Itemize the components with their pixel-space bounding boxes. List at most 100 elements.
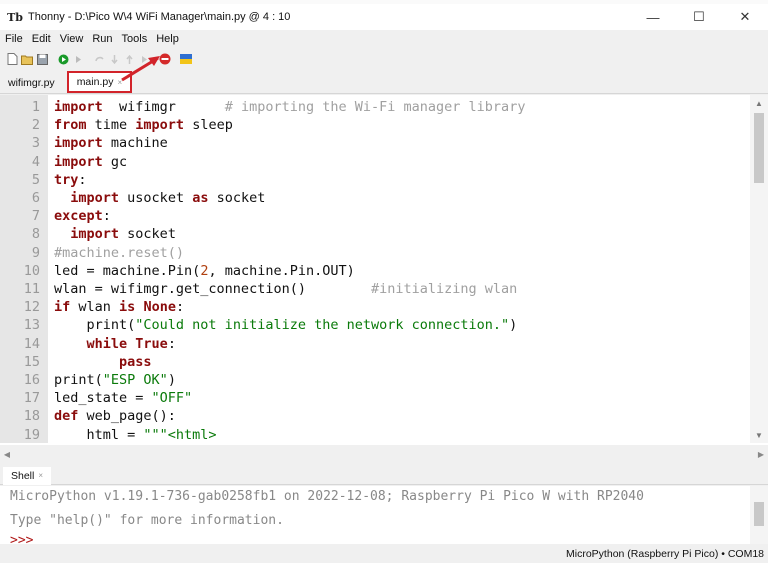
code-text: led = machine.Pin(2, machine.Pin.OUT) <box>54 262 355 280</box>
code-line: 19 html = """<html> <box>0 426 740 444</box>
code-token: import <box>135 117 185 134</box>
code-token: : <box>175 299 185 316</box>
code-token: except <box>54 208 103 225</box>
line-number: 14 <box>23 335 40 352</box>
debug-icon[interactable] <box>72 53 84 65</box>
scrollbar-thumb[interactable] <box>754 502 764 526</box>
code-line: 3 import machine <box>0 134 740 152</box>
minimize-button[interactable]: — <box>630 4 676 30</box>
code-token: from <box>54 117 87 134</box>
save-icon[interactable] <box>36 53 48 65</box>
menu-file[interactable]: File <box>0 33 27 45</box>
title-bar: Tb Thonny - D:\Pico W\4 WiFi Manager\mai… <box>0 4 768 30</box>
code-line: 16 print("ESP OK") <box>0 371 740 389</box>
line-number: 19 <box>23 426 40 443</box>
interpreter-status[interactable]: MicroPython (Raspberry Pi Pico) • COM18 <box>566 548 764 560</box>
code-text: try: <box>54 171 87 189</box>
code-line: 2 from time import sleep <box>0 116 740 134</box>
line-number: 17 <box>23 390 40 407</box>
code-token: machine <box>102 135 168 152</box>
tab-wifimgr[interactable]: wifimgr.py <box>0 73 63 93</box>
shell-scrollbar[interactable] <box>750 486 768 544</box>
code-token: # importing the Wi-Fi manager library <box>224 99 526 115</box>
tab-main[interactable]: main.py × <box>66 71 133 93</box>
line-number: 1 <box>31 99 40 115</box>
maximize-button[interactable]: ☐ <box>676 4 722 30</box>
menu-help[interactable]: Help <box>151 33 183 45</box>
tab-shell[interactable]: Shell × <box>3 466 52 485</box>
code-token: True <box>135 335 168 352</box>
tab-close-icon[interactable]: × <box>38 471 43 480</box>
scroll-left-icon[interactable]: ◀ <box>0 448 14 460</box>
code-token: pass <box>119 353 152 370</box>
code-token: socket <box>208 190 266 206</box>
code-line: 8 import socket <box>0 225 740 243</box>
line-number: 4 <box>31 153 40 170</box>
line-number: 6 <box>31 190 40 206</box>
code-text: import wifimgr # importing the Wi-Fi man… <box>54 98 525 116</box>
line-number: 8 <box>31 226 40 243</box>
menu-edit[interactable]: Edit <box>27 33 55 45</box>
code-text: #machine.reset() <box>54 244 184 262</box>
code-token: #initializing wlan <box>371 281 518 297</box>
scroll-down-icon[interactable]: ▼ <box>750 427 768 443</box>
code-text: import machine <box>54 134 168 152</box>
code-token: wlan = wifimgr.get_connection() <box>54 281 306 297</box>
close-button[interactable]: ✕ <box>722 4 768 30</box>
step-over-icon[interactable] <box>93 53 105 65</box>
tab-label: Shell <box>11 469 35 482</box>
scrollbar-thumb[interactable] <box>754 113 764 183</box>
code-token: if <box>54 299 71 316</box>
line-number: 18 <box>23 408 40 425</box>
line-number: 15 <box>23 353 40 370</box>
run-icon[interactable] <box>57 53 69 65</box>
code-line: 17 led_state = "OFF" <box>0 389 740 407</box>
code-token: import <box>54 135 103 152</box>
step-into-icon[interactable] <box>108 53 120 65</box>
code-text: import usocket as socket <box>54 189 265 207</box>
code-token: : <box>78 171 87 188</box>
open-file-icon[interactable] <box>21 53 33 65</box>
editor-vertical-scrollbar[interactable]: ▲ ▼ <box>750 95 768 443</box>
editor-horizontal-scrollbar[interactable]: ◀ ▶ <box>0 448 768 460</box>
resume-icon[interactable] <box>138 53 150 65</box>
code-text: pass <box>54 353 152 371</box>
code-token: "OFF" <box>151 390 193 407</box>
status-bar: MicroPython (Raspberry Pi Pico) • COM18 <box>0 544 768 563</box>
tab-label: main.py <box>76 76 114 88</box>
code-token: gc <box>102 153 128 170</box>
code-token: while <box>86 335 128 352</box>
scroll-up-icon[interactable]: ▲ <box>750 95 768 111</box>
code-editor[interactable]: 1 import wifimgr # importing the Wi-Fi ma… <box>0 95 768 445</box>
code-line: 9 #machine.reset() <box>0 244 740 262</box>
tab-close-icon[interactable]: × <box>117 78 122 87</box>
code-token: wifimgr <box>102 99 176 115</box>
step-out-icon[interactable] <box>123 53 135 65</box>
line-number: 5 <box>31 171 40 188</box>
line-number: 12 <box>23 299 40 316</box>
code-line: 18 def web_page(): <box>0 407 740 425</box>
code-token: socket <box>119 226 176 243</box>
scroll-right-icon[interactable]: ▶ <box>754 448 768 460</box>
thonny-logo-icon: Tb <box>7 10 23 24</box>
shell-output-line: MicroPython v1.19.1-736-gab0258fb1 on 20… <box>10 489 644 504</box>
code-token: : <box>167 335 176 352</box>
menu-tools[interactable]: Tools <box>117 33 152 45</box>
menu-view[interactable]: View <box>55 33 88 45</box>
line-number: 11 <box>23 281 40 297</box>
new-file-icon[interactable] <box>6 53 18 65</box>
code-token: def <box>54 408 79 425</box>
shell-panel[interactable]: MicroPython v1.19.1-736-gab0258fb1 on 20… <box>0 486 768 548</box>
code-text: print("ESP OK") <box>54 371 176 389</box>
code-token: html = <box>54 426 144 443</box>
code-token: try <box>54 171 79 188</box>
menu-run[interactable]: Run <box>87 33 116 45</box>
code-token: print( <box>54 317 136 334</box>
code-line: 12 if wlan is None: <box>0 298 740 316</box>
stop-icon[interactable] <box>159 53 171 65</box>
code-token: ) <box>167 372 176 388</box>
code-token: import <box>70 190 120 206</box>
code-text: def web_page(): <box>54 407 176 425</box>
